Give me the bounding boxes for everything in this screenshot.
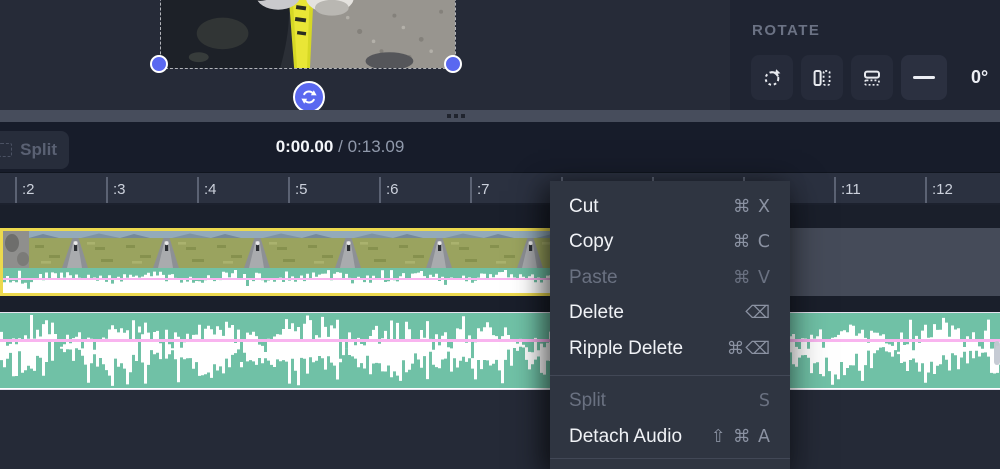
panel-resize-divider[interactable] <box>0 110 1000 122</box>
rotate-cw-icon <box>761 67 783 89</box>
audio-clip[interactable] <box>0 312 1000 390</box>
split-icon <box>0 143 12 157</box>
rotate-handle-icon <box>300 88 318 106</box>
flip-vertical-icon <box>861 67 883 89</box>
resize-handle-bottom-left[interactable] <box>150 55 168 73</box>
track-gap <box>0 296 1000 312</box>
menu-item-label: Split <box>569 390 606 412</box>
menu-item-detach-audio[interactable]: Detach Audio ⇧ ⌘ A <box>550 419 790 455</box>
menu-item-copy[interactable]: Copy ⌘ C <box>550 225 790 261</box>
ruler-tick: :4 <box>197 176 217 203</box>
preview-canvas <box>0 0 730 110</box>
menu-item-label: Delete <box>569 302 624 324</box>
minus-icon <box>913 76 935 79</box>
menu-item-shortcut: ⌫ <box>745 303 771 323</box>
ruler-tick: :6 <box>379 176 399 203</box>
selected-video-layer[interactable] <box>160 0 456 69</box>
menu-item-shortcut: ⌘⌫ <box>727 339 771 359</box>
rotate-cw-button[interactable] <box>751 55 793 100</box>
menu-item-label: Paste <box>569 267 618 289</box>
menu-item-shortcut: S <box>759 391 771 411</box>
ruler-tick: :11 <box>834 176 861 203</box>
timeline-ruler[interactable]: :2:3:4:5:6:7:8:9:10:11:12 <box>0 172 1000 205</box>
menu-item-shortcut: ⌘ X <box>733 197 771 217</box>
menu-item-ripple-delete[interactable]: Ripple Delete ⌘⌫ <box>550 331 790 367</box>
ruler-tick: :12 <box>925 176 953 203</box>
resize-handle-bottom-right[interactable] <box>444 55 462 73</box>
ruler-tick: :7 <box>470 176 490 203</box>
edit-panel: ROTATE <box>730 0 1000 110</box>
menu-item-label: Cut <box>569 196 599 218</box>
menu-item-paste: Paste ⌘ V <box>550 260 790 296</box>
ruler-tick: :2 <box>15 176 35 203</box>
flip-horizontal-button[interactable] <box>801 55 843 100</box>
menu-separator <box>550 458 790 459</box>
context-menu: Cut ⌘ X Copy ⌘ C Paste ⌘ V Delete ⌫ Ripple Delet… <box>550 181 790 469</box>
timecode: 0:00.00 / 0:13.09 <box>260 122 420 172</box>
split-button[interactable]: Split <box>0 131 69 169</box>
menu-item-split: Split S <box>550 384 790 420</box>
rotate-handle[interactable] <box>293 81 325 113</box>
audio-volume-line <box>0 339 1000 342</box>
flip-horizontal-icon <box>811 67 833 89</box>
decrease-angle-button[interactable] <box>901 55 947 100</box>
menu-item-label: Copy <box>569 231 613 253</box>
flip-vertical-button[interactable] <box>851 55 893 100</box>
menu-item-shortcut: ⌘ C <box>733 232 771 252</box>
menu-item-delete[interactable]: Delete ⌫ <box>550 296 790 332</box>
menu-separator <box>550 375 790 376</box>
menu-item-label: Detach Audio <box>569 426 682 448</box>
video-preview-image <box>161 0 455 68</box>
track-gap <box>0 205 1000 228</box>
timeline-toolbar: Split 0:00.00 / 0:13.09 <box>0 122 1000 172</box>
menu-item-label: Ripple Delete <box>569 338 683 360</box>
menu-item-shortcut: ⇧ ⌘ A <box>711 427 771 447</box>
video-editor-window: ROTATE <box>0 0 1000 469</box>
menu-item-shortcut: ⌘ V <box>733 268 771 288</box>
drag-handle-icon[interactable] <box>447 114 465 118</box>
audio-clip-waveform <box>0 313 1000 388</box>
timeline-tracks <box>0 205 1000 469</box>
rotation-angle-value[interactable]: 0° <box>971 67 988 88</box>
ruler-tick: :3 <box>106 176 126 203</box>
rotate-section-title: ROTATE <box>752 22 820 39</box>
ruler-tick: :5 <box>288 176 308 203</box>
timeline-scrollbar[interactable] <box>994 341 1000 365</box>
menu-item-cut[interactable]: Cut ⌘ X <box>550 189 790 225</box>
